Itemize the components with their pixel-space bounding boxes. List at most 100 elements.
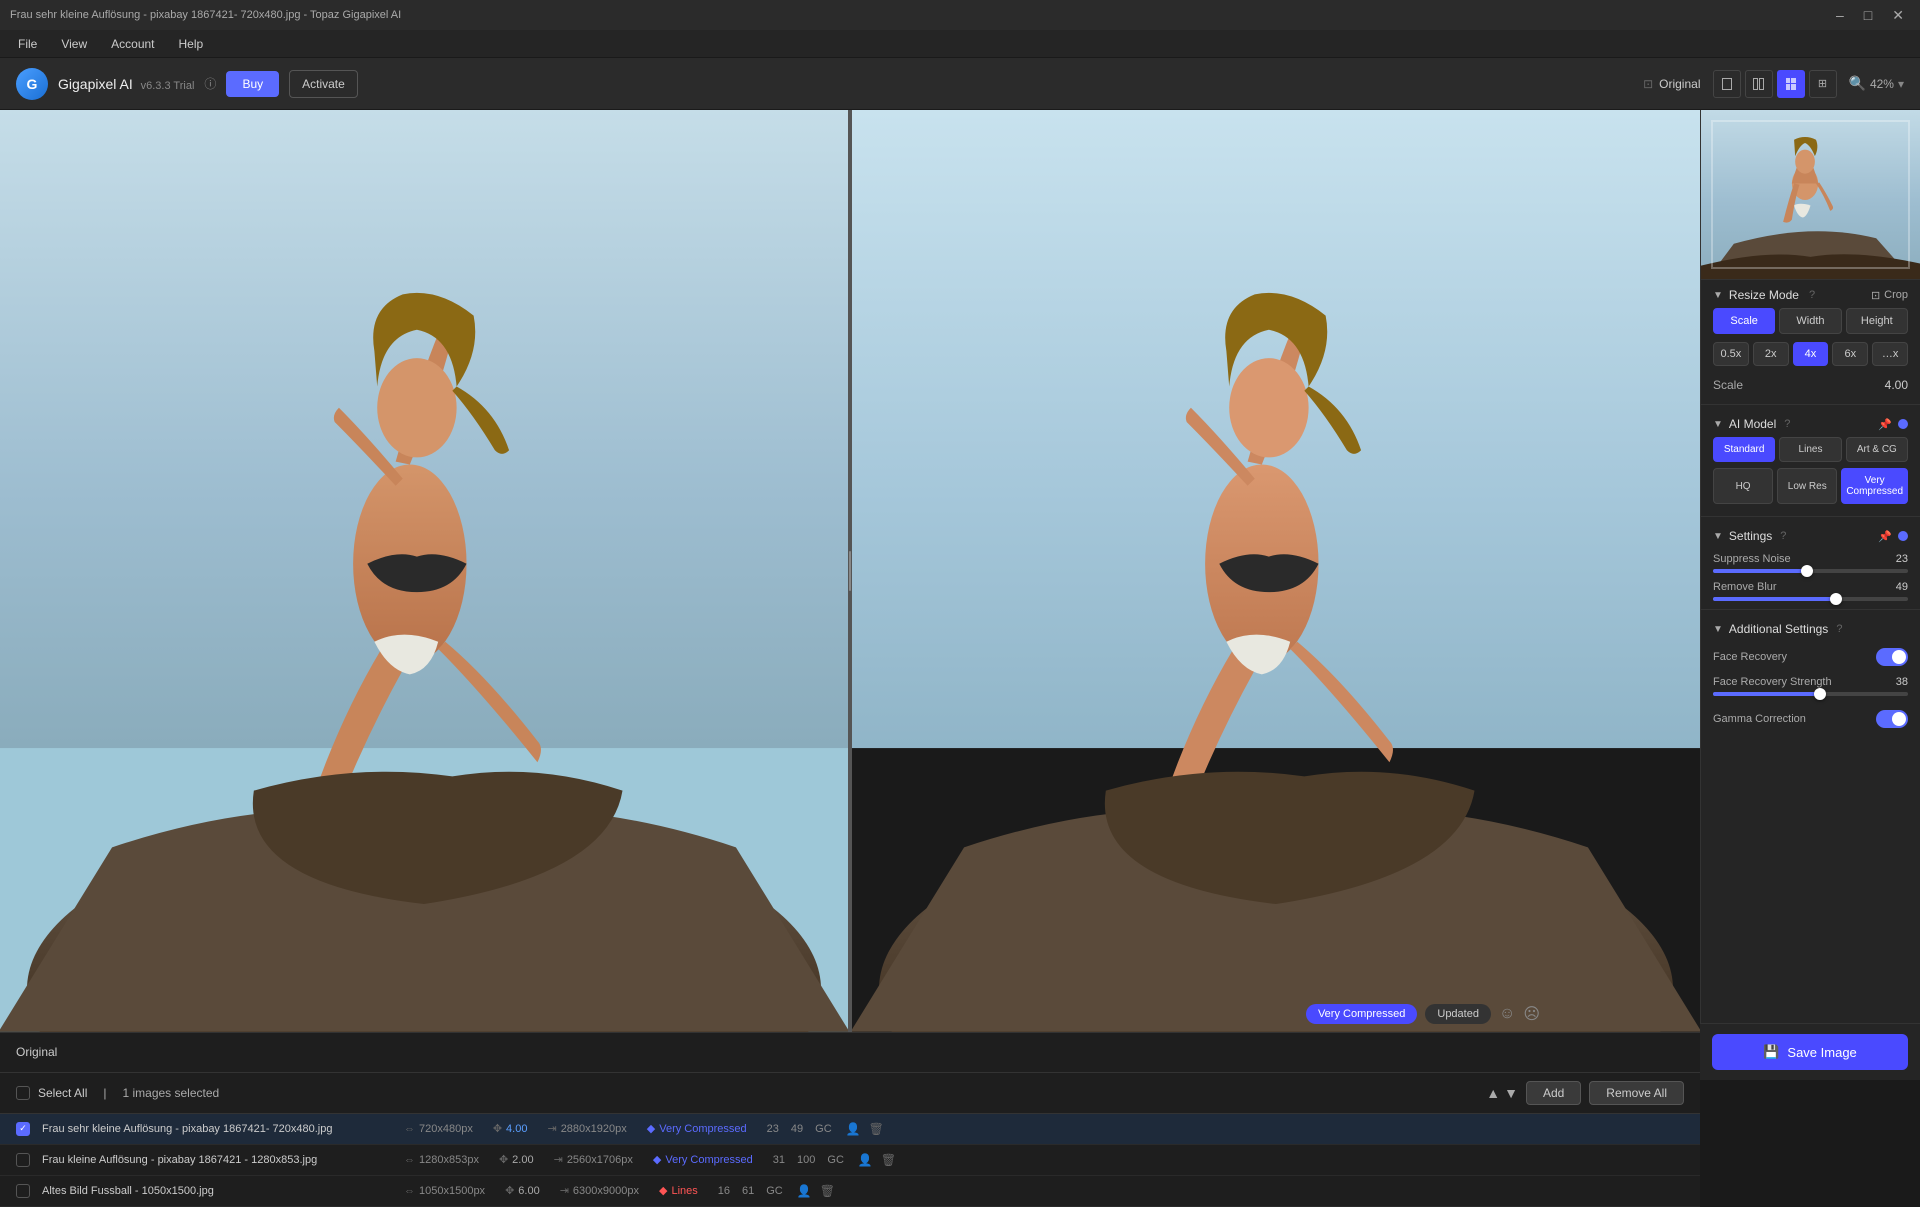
mult-btn-4x[interactable]: 4x bbox=[1793, 342, 1829, 366]
file-person-icon-1[interactable]: 👤 bbox=[844, 1120, 863, 1138]
add-button[interactable]: Add bbox=[1526, 1081, 1581, 1105]
suppress-noise-slider[interactable] bbox=[1713, 569, 1908, 573]
view-split-v-button[interactable] bbox=[1745, 70, 1773, 98]
canvas-footer: Original Very Compressed Updated ☺ ☹ bbox=[0, 1032, 1700, 1072]
mult-btn-2x[interactable]: 2x bbox=[1753, 342, 1789, 366]
resize-mode-chevron: ▼ bbox=[1713, 290, 1723, 301]
ai-model-help-icon[interactable]: ? bbox=[1784, 418, 1790, 430]
ai-model-lines[interactable]: Lines bbox=[1779, 437, 1841, 462]
mult-btn-custom[interactable]: …x bbox=[1872, 342, 1908, 366]
maximize-button[interactable]: □ bbox=[1858, 5, 1878, 26]
close-button[interactable]: ✕ bbox=[1886, 5, 1910, 26]
file-delete-icon-2[interactable]: 🗑 bbox=[879, 1151, 898, 1169]
view-split-h-button[interactable] bbox=[1777, 70, 1805, 98]
face-recovery-strength-label-row: Face Recovery Strength 38 bbox=[1713, 676, 1908, 688]
view-quad-button[interactable]: ⊞ bbox=[1809, 70, 1837, 98]
settings-pin-icon[interactable]: 📌 bbox=[1878, 530, 1892, 543]
file-size-out-2: ⇥ 2560x1706px bbox=[554, 1153, 633, 1166]
model-badge[interactable]: Very Compressed bbox=[1306, 1004, 1417, 1024]
face-recovery-strength-slider[interactable] bbox=[1713, 692, 1908, 696]
smiley-icon[interactable]: ☺ bbox=[1499, 1005, 1515, 1023]
output-icon-3: ⇥ bbox=[560, 1184, 569, 1197]
file-list-header: Select All | 1 images selected ▲ ▼ Add R… bbox=[0, 1073, 1700, 1114]
file-delete-icon-1[interactable]: 🗑 bbox=[867, 1120, 886, 1138]
menu-file[interactable]: File bbox=[8, 33, 47, 55]
ai-model-artcg[interactable]: Art & CG bbox=[1846, 437, 1908, 462]
file-size-in-1: ⇔ 720x480px bbox=[404, 1123, 473, 1135]
menu-help[interactable]: Help bbox=[169, 33, 214, 55]
ai-model-pin-icon[interactable]: 📌 bbox=[1878, 418, 1892, 431]
file-person-icon-3[interactable]: 👤 bbox=[795, 1182, 814, 1200]
crop-button[interactable]: ⊡ Crop bbox=[1871, 289, 1908, 302]
canvas-right bbox=[852, 110, 1700, 1032]
file-name-2[interactable]: Frau kleine Auflösung - pixabay 1867421 … bbox=[42, 1154, 392, 1166]
divider-3 bbox=[1701, 609, 1920, 610]
mult-btn-0-5x[interactable]: 0.5x bbox=[1713, 342, 1749, 366]
gamma-correction-toggle[interactable] bbox=[1876, 710, 1908, 728]
file-row-2: Frau kleine Auflösung - pixabay 1867421 … bbox=[0, 1145, 1700, 1176]
resize-mode-help-icon[interactable]: ? bbox=[1809, 289, 1815, 301]
zoom-icon: 🔍 bbox=[1849, 75, 1866, 92]
mult-btn-6x[interactable]: 6x bbox=[1832, 342, 1868, 366]
suppress-noise-value: 23 bbox=[1896, 553, 1908, 565]
scale-value: 4.00 bbox=[1885, 378, 1908, 392]
select-all-checkbox[interactable] bbox=[16, 1086, 30, 1100]
file-delete-icon-3[interactable]: 🗑 bbox=[818, 1182, 837, 1200]
activate-button[interactable]: Activate bbox=[289, 70, 358, 98]
settings-label: Settings bbox=[1729, 529, 1772, 543]
scale-mode-width[interactable]: Width bbox=[1779, 308, 1841, 334]
file-meta-1: ⇔ 720x480px ✥ 4.00 ⇥ 2880x1920px ◆ Very … bbox=[404, 1122, 832, 1135]
remove-blur-slider[interactable] bbox=[1713, 597, 1908, 601]
ai-model-standard[interactable]: Standard bbox=[1713, 437, 1775, 462]
face-recovery-strength-value: 38 bbox=[1896, 676, 1908, 688]
file-person-icon-2[interactable]: 👤 bbox=[856, 1151, 875, 1169]
file-name-3[interactable]: Altes Bild Fussball - 1050x1500.jpg bbox=[42, 1185, 392, 1197]
scale-mode-height[interactable]: Height bbox=[1846, 308, 1908, 334]
file-checkbox-2[interactable] bbox=[16, 1153, 30, 1167]
model-icon-3: ◆ bbox=[659, 1184, 667, 1197]
face-recovery-strength-thumb[interactable] bbox=[1814, 688, 1826, 700]
settings-help-icon[interactable]: ? bbox=[1780, 530, 1786, 542]
file-row-icons-3: 👤 🗑 bbox=[795, 1182, 837, 1200]
app-logo: G bbox=[16, 68, 48, 100]
add-settings-help-icon[interactable]: ? bbox=[1836, 623, 1842, 635]
menu-view[interactable]: View bbox=[51, 33, 97, 55]
select-all-label[interactable]: Select All bbox=[38, 1086, 87, 1100]
select-all-area: Select All | 1 images selected bbox=[16, 1086, 219, 1100]
view-split-h-icon bbox=[1786, 78, 1796, 90]
menu-bar: File View Account Help bbox=[0, 30, 1920, 58]
save-icon: 💾 bbox=[1763, 1044, 1779, 1060]
scale-mode-scale[interactable]: Scale bbox=[1713, 308, 1775, 334]
file-name-1[interactable]: Frau sehr kleine Auflösung - pixabay 186… bbox=[42, 1123, 392, 1135]
resize-icon-1: ⇔ bbox=[404, 1123, 415, 1135]
minimize-button[interactable]: – bbox=[1830, 5, 1850, 26]
remove-all-button[interactable]: Remove All bbox=[1589, 1081, 1684, 1105]
zoom-dropdown-icon[interactable]: ▾ bbox=[1898, 77, 1904, 91]
file-nums-3: 16 61 GC bbox=[718, 1185, 783, 1197]
frown-icon[interactable]: ☹ bbox=[1523, 1004, 1540, 1024]
remove-blur-thumb[interactable] bbox=[1830, 593, 1842, 605]
quality-hq[interactable]: HQ bbox=[1713, 468, 1773, 504]
quality-very-compressed[interactable]: Very Compressed bbox=[1841, 468, 1908, 504]
chevron-controls: ▲ ▼ bbox=[1486, 1085, 1518, 1101]
face-recovery-toggle[interactable] bbox=[1876, 648, 1908, 666]
chevron-down-button[interactable]: ▼ bbox=[1504, 1085, 1518, 1101]
settings-chevron: ▼ bbox=[1713, 531, 1723, 542]
file-meta-2: ⇔ 1280x853px ✥ 2.00 ⇥ 2560x1706px ◆ Very… bbox=[404, 1153, 844, 1166]
buy-button[interactable]: Buy bbox=[226, 71, 279, 97]
quality-low-res[interactable]: Low Res bbox=[1777, 468, 1837, 504]
updated-badge[interactable]: Updated bbox=[1425, 1004, 1491, 1024]
quality-group: HQ Low Res Very Compressed bbox=[1701, 468, 1920, 512]
suppress-noise-thumb[interactable] bbox=[1801, 565, 1813, 577]
file-checkbox-1[interactable]: ✓ bbox=[16, 1122, 30, 1136]
chevron-up-button[interactable]: ▲ bbox=[1486, 1085, 1500, 1101]
view-single-button[interactable] bbox=[1713, 70, 1741, 98]
face-recovery-strength-fill bbox=[1713, 692, 1820, 696]
file-checkbox-3[interactable] bbox=[16, 1184, 30, 1198]
settings-active-dot bbox=[1898, 531, 1908, 541]
right-panel: ▼ Resize Mode ? ⊡ Crop Scale Width Heigh… bbox=[1700, 110, 1920, 1080]
title-bar-title: Frau sehr kleine Auflösung - pixabay 186… bbox=[10, 9, 401, 21]
view-single-icon bbox=[1722, 78, 1732, 90]
menu-account[interactable]: Account bbox=[101, 33, 164, 55]
save-image-button[interactable]: 💾 Save Image bbox=[1712, 1034, 1908, 1070]
